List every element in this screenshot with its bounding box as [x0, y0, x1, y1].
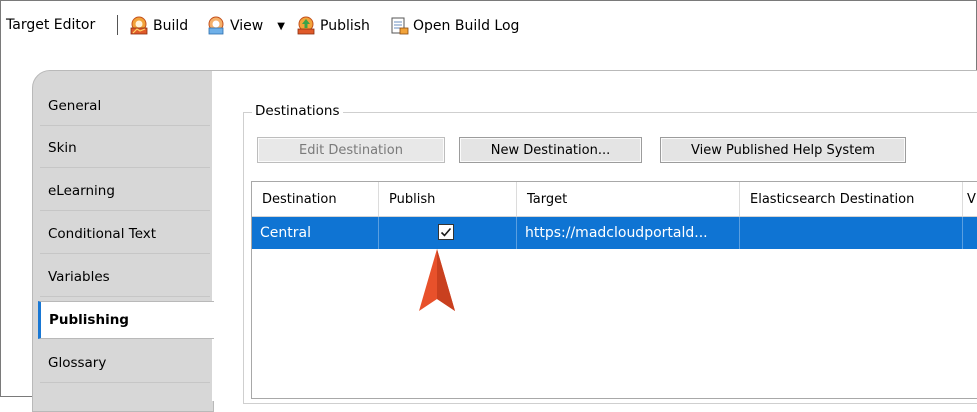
column-header-truncated[interactable]: V [963, 182, 977, 216]
cell-truncated [963, 217, 977, 249]
cell-target: https://madcloudportald... [517, 217, 740, 249]
toolbar: Target Editor Build View ▼ Publish Open … [0, 0, 975, 56]
open-build-log-label: Open Build Log [413, 18, 520, 34]
view-published-label: View Published Help System [691, 142, 875, 158]
cell-destination: Central [252, 217, 379, 249]
tab-label: Conditional Text [48, 225, 157, 242]
publish-button[interactable]: Publish [296, 14, 370, 38]
edit-destination-label: Edit Destination [299, 142, 403, 158]
table-row[interactable]: Central https://madcloudportald... [252, 217, 977, 249]
tab-label: Publishing [49, 312, 129, 328]
cell-elasticsearch [740, 217, 963, 249]
column-header-destination[interactable]: Destination [252, 182, 379, 216]
view-label: View [230, 18, 264, 34]
build-button[interactable]: Build [129, 14, 188, 38]
chevron-down-icon[interactable]: ▼ [277, 21, 285, 32]
checkmark-icon [440, 227, 452, 237]
tab-general[interactable]: General [40, 86, 210, 126]
destinations-table: Destination Publish Target Elasticsearch… [251, 181, 977, 399]
view-icon [206, 16, 226, 36]
tab-label: Variables [48, 268, 110, 285]
new-destination-button[interactable]: New Destination... [459, 137, 642, 163]
edit-destination-button[interactable]: Edit Destination [257, 137, 445, 163]
tab-glossary[interactable]: Glossary [40, 343, 210, 383]
build-icon [129, 16, 149, 36]
destinations-group-label: Destinations [252, 103, 343, 119]
column-header-target[interactable]: Target [517, 182, 740, 216]
open-build-log-button[interactable]: Open Build Log [389, 14, 519, 38]
publish-icon [296, 16, 316, 36]
tab-label: eLearning [48, 182, 115, 199]
table-header: Destination Publish Target Elasticsearch… [252, 182, 977, 217]
new-destination-label: New Destination... [490, 142, 611, 158]
column-header-elasticsearch-destination[interactable]: Elasticsearch Destination [740, 182, 963, 216]
publish-label: Publish [320, 18, 370, 34]
tab-label: General [48, 97, 102, 114]
build-log-icon [389, 16, 409, 36]
tab-publishing[interactable]: Publishing [38, 301, 214, 339]
pointer-arrow-icon [419, 249, 455, 311]
view-published-help-system-button[interactable]: View Published Help System [660, 137, 906, 163]
column-header-publish[interactable]: Publish [379, 182, 517, 216]
toolbar-separator [117, 15, 118, 35]
tab-conditional-text[interactable]: Conditional Text [40, 214, 210, 254]
view-button[interactable]: View ▼ [206, 14, 285, 38]
tab-label: Glossary [48, 354, 107, 371]
tab-label: Skin [48, 139, 77, 156]
build-label: Build [153, 18, 189, 34]
editor-title: Target Editor [6, 17, 96, 33]
tab-variables[interactable]: Variables [40, 257, 210, 297]
tab-skin[interactable]: Skin [40, 128, 210, 168]
publish-checkbox[interactable] [438, 224, 454, 240]
tab-elearning[interactable]: eLearning [40, 171, 210, 211]
